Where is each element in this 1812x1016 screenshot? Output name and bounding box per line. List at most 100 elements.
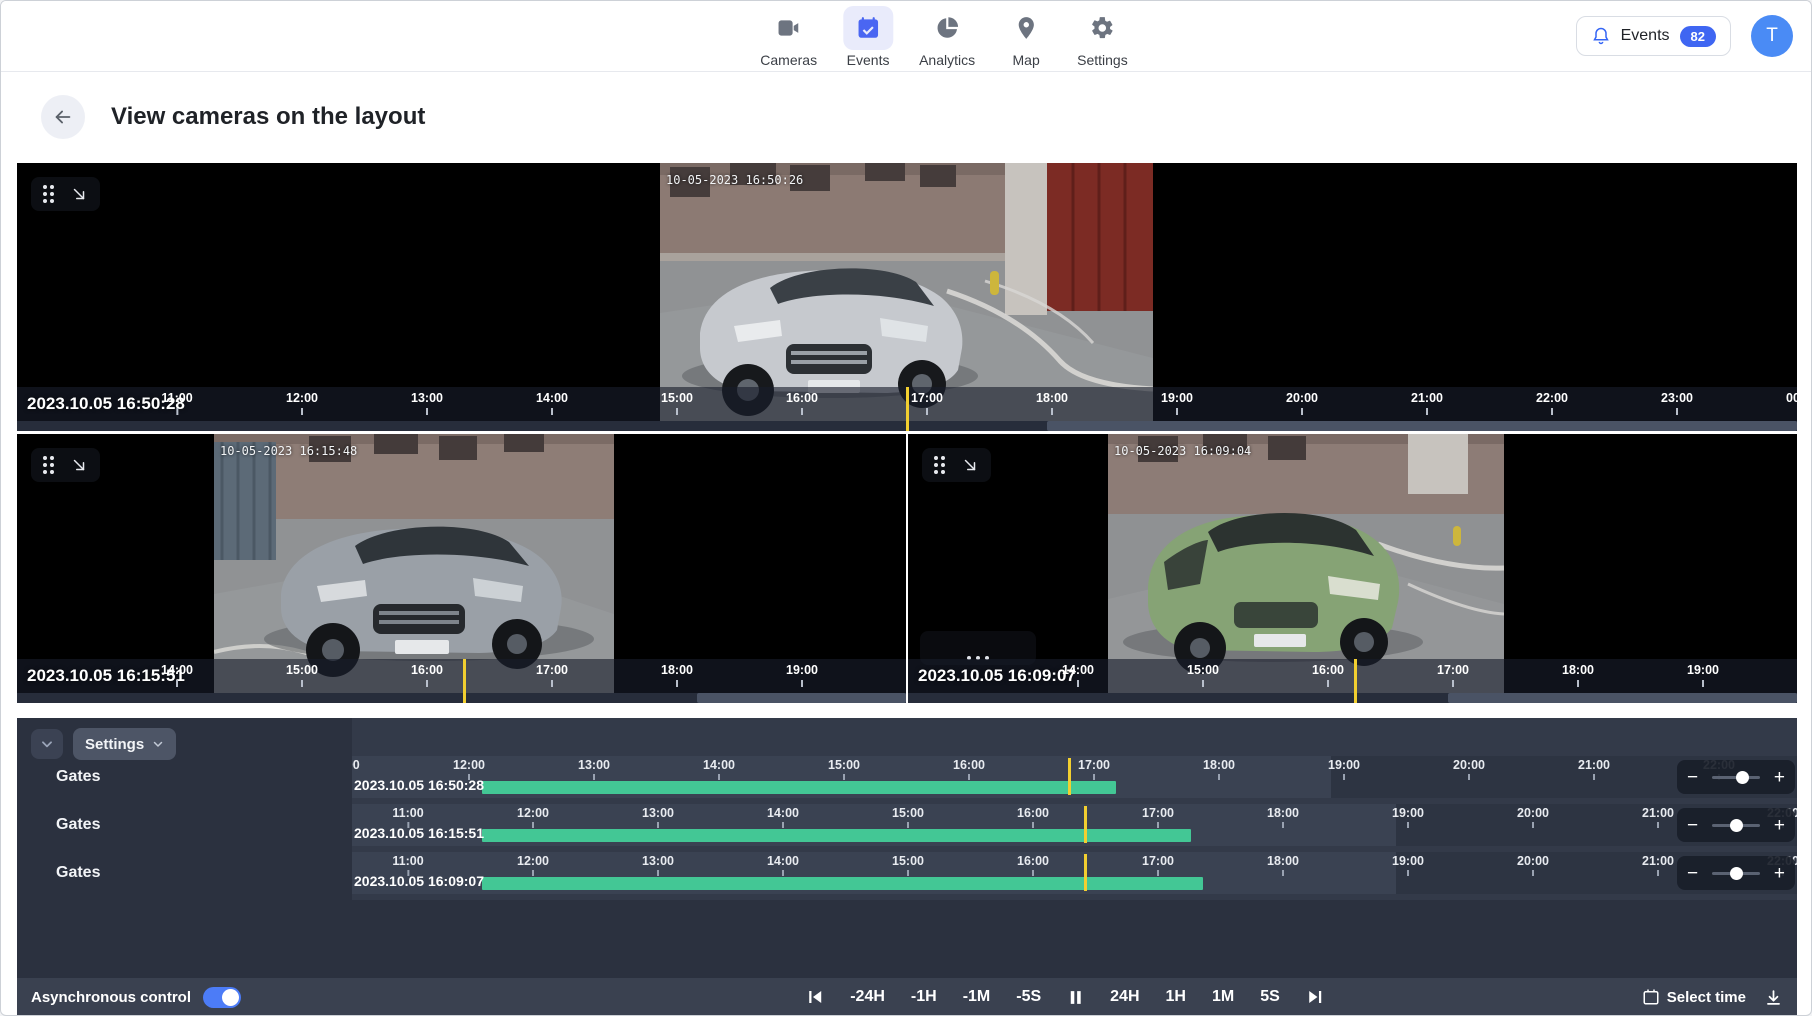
camera-list-item-3[interactable]: Gates <box>56 852 100 894</box>
zoom-in-button[interactable]: + <box>1774 864 1785 883</box>
row-playhead <box>1084 854 1087 891</box>
recording-bar <box>482 781 1116 794</box>
camera-video-3[interactable]: 10-05-2023 16:09:04 <box>1108 434 1504 693</box>
camera-tile-3[interactable]: 10-05-2023 16:09:04 2023.10.05 16:09:07 … <box>908 434 1797 703</box>
topbar-right: Events 82 T <box>1576 1 1793 71</box>
zoom-in-button[interactable]: + <box>1774 768 1785 787</box>
zoom-in-button[interactable]: + <box>1774 816 1785 835</box>
drag-handle-icon[interactable] <box>43 456 54 474</box>
nav-settings[interactable]: Settings <box>1077 6 1128 68</box>
jump-back-1h-button[interactable]: -1H <box>911 988 937 1006</box>
back-button[interactable] <box>41 95 85 139</box>
nav-map-label: Map <box>1012 52 1039 68</box>
zoom-out-button[interactable]: − <box>1687 864 1698 883</box>
timeline-row-2[interactable]: 11:0012:0013:0014:0015:0016:0017:0018:00… <box>352 804 1797 846</box>
timeline-row-1[interactable]: 11:0012:0013:0014:0015:0016:0017:0018:00… <box>352 756 1797 798</box>
timeline-zoom-control: − + <box>1677 808 1795 842</box>
nav-events-label: Events <box>847 52 890 68</box>
playback-buttons: -24H -1H -1M -5S 24H 1H 1M 5S <box>806 978 1324 1016</box>
select-time-button[interactable]: Select time <box>1642 988 1746 1006</box>
nav-cameras-label: Cameras <box>760 52 817 68</box>
camera-list-item-1[interactable]: Gates <box>56 756 100 798</box>
scrollbar-handle[interactable] <box>697 693 906 703</box>
page-header: View cameras on the layout <box>1 71 1811 163</box>
video-osd-timestamp: 10-05-2023 16:15:48 <box>220 444 357 458</box>
panel-settings-label: Settings <box>85 736 144 753</box>
panel-sidebar: Settings Gates Gates Gates <box>17 718 352 978</box>
timeline-scrollbar[interactable] <box>908 693 1797 703</box>
jump-back-1m-button[interactable]: -1M <box>963 988 991 1006</box>
playhead <box>906 387 909 431</box>
pie-chart-icon <box>922 6 972 50</box>
expand-icon[interactable] <box>70 456 88 474</box>
drag-handle-icon[interactable] <box>934 456 945 474</box>
nav-analytics-label: Analytics <box>919 52 975 68</box>
skip-to-start-button[interactable] <box>806 988 824 1006</box>
video-osd-timestamp: 10-05-2023 16:50:26 <box>666 173 803 187</box>
timeline-row-3[interactable]: 11:0012:0013:0014:0015:0016:0017:0018:00… <box>352 852 1797 894</box>
zoom-slider-knob[interactable] <box>1730 867 1743 880</box>
nav-map[interactable]: Map <box>1001 6 1051 68</box>
scrollbar-handle[interactable] <box>1047 421 1797 431</box>
jump-forward-24h-button[interactable]: 24H <box>1110 988 1139 1006</box>
nav-events[interactable]: Events <box>843 6 893 68</box>
recording-bar <box>482 877 1203 890</box>
tile-timeline[interactable]: 2023.10.05 16:15:51 14:0015:0016:0017:00… <box>17 659 906 693</box>
jump-back-5s-button[interactable]: -5S <box>1016 988 1041 1006</box>
skip-to-end-button[interactable] <box>1306 988 1324 1006</box>
jump-forward-5s-button[interactable]: 5S <box>1260 988 1280 1006</box>
timeline-scrollbar[interactable] <box>17 693 906 703</box>
async-control-label: Asynchronous control <box>31 989 191 1006</box>
nav-analytics[interactable]: Analytics <box>919 6 975 68</box>
zoom-slider[interactable] <box>1712 776 1760 779</box>
main-nav: Cameras Events Analytics Map <box>760 6 1127 68</box>
calendar-icon <box>1642 988 1660 1006</box>
zoom-slider[interactable] <box>1712 824 1760 827</box>
video-camera-icon <box>764 6 814 50</box>
jump-forward-1m-button[interactable]: 1M <box>1212 988 1234 1006</box>
row-timestamp: 2023.10.05 16:09:07 <box>354 873 484 889</box>
row-timestamp: 2023.10.05 16:15:51 <box>354 825 484 841</box>
camera-tile-2[interactable]: 10-05-2023 16:15:48 2023.10.05 16:15:51 … <box>17 434 906 703</box>
nav-cameras[interactable]: Cameras <box>760 6 817 68</box>
row-playhead <box>1084 806 1087 843</box>
pause-button[interactable] <box>1067 988 1084 1007</box>
camera-tile-1[interactable]: 10-05-2023 16:50:26 2023.10.05 16:50:28 … <box>17 163 1797 431</box>
zoom-out-button[interactable]: − <box>1687 768 1698 787</box>
camera-video-2[interactable]: 10-05-2023 16:15:48 <box>214 434 614 693</box>
top-bar: Cameras Events Analytics Map <box>1 1 1811 72</box>
events-notifications-button[interactable]: Events 82 <box>1576 16 1731 56</box>
camera-list-item-2[interactable]: Gates <box>56 804 100 846</box>
expand-icon[interactable] <box>961 456 979 474</box>
tile-controls <box>31 177 100 211</box>
events-button-label: Events <box>1621 27 1670 45</box>
tile-timeline[interactable]: 2023.10.05 16:09:07 14:0015:0016:0017:00… <box>908 659 1797 693</box>
timeline-zoom-control: − + <box>1677 760 1795 794</box>
collapse-panel-button[interactable] <box>31 729 63 759</box>
camera-video-1[interactable]: 10-05-2023 16:50:26 <box>660 163 1153 421</box>
chevron-down-icon <box>152 738 164 750</box>
drag-handle-icon[interactable] <box>43 185 54 203</box>
zoom-slider-knob[interactable] <box>1736 771 1749 784</box>
tile-controls <box>922 448 991 482</box>
select-time-label: Select time <box>1667 989 1746 1006</box>
zoom-slider-knob[interactable] <box>1730 819 1743 832</box>
zoom-out-button[interactable]: − <box>1687 816 1698 835</box>
playback-control-bar: Asynchronous control -24H -1H -1M -5S 24… <box>17 978 1797 1016</box>
controlbar-right: Select time <box>1642 978 1783 1016</box>
jump-forward-1h-button[interactable]: 1H <box>1166 988 1186 1006</box>
app-window: Cameras Events Analytics Map <box>0 0 1812 1016</box>
scrollbar-handle[interactable] <box>1448 693 1797 703</box>
gear-icon <box>1077 6 1127 50</box>
user-avatar[interactable]: T <box>1751 15 1793 57</box>
row-timestamp: 2023.10.05 16:50:28 <box>354 777 484 793</box>
panel-sidebar-header: Settings <box>17 718 352 760</box>
async-control-toggle[interactable] <box>203 987 241 1008</box>
playhead <box>1354 659 1357 703</box>
expand-icon[interactable] <box>70 185 88 203</box>
jump-back-24h-button[interactable]: -24H <box>850 988 885 1006</box>
events-count-badge: 82 <box>1680 26 1716 47</box>
zoom-slider[interactable] <box>1712 872 1760 875</box>
download-icon[interactable] <box>1764 988 1783 1007</box>
calendar-check-icon <box>843 6 893 50</box>
